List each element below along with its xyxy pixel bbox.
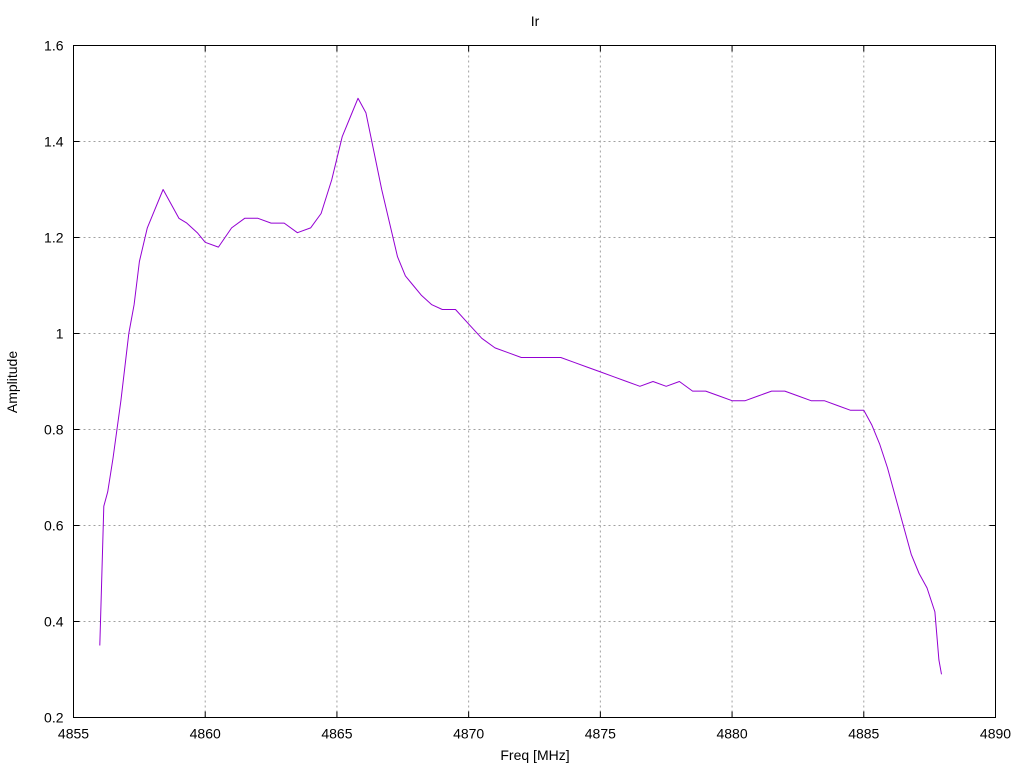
- x-tick-label: 4875: [585, 726, 616, 742]
- axis-ticks: 4855 4860 4865 4870 4875 4880 4885 4890 0.2 0.4 0.…: [44, 38, 1011, 742]
- x-tick-label: 4860: [190, 726, 221, 742]
- series-line: [99, 97, 942, 675]
- y-tick-label: 1.2: [44, 230, 64, 246]
- x-tick-label: 4870: [453, 726, 484, 742]
- x-tick-label: 4880: [716, 726, 747, 742]
- line-chart: Ir 4855 4860 4865 4870 4875 4880 4885 4890 0.2 0.…: [4, 13, 1011, 763]
- y-tick-label: 1.6: [44, 38, 64, 54]
- y-tick-label: 0.2: [44, 710, 64, 726]
- plot-frame: [73, 45, 996, 718]
- y-axis-label: Amplitude: [4, 351, 20, 413]
- x-axis-label: Freq [MHz]: [500, 747, 569, 763]
- series-layer: [99, 97, 942, 675]
- grid-lines: [73, 45, 996, 718]
- y-tick-label: 1.4: [44, 134, 64, 150]
- x-tick-label: 4890: [980, 726, 1011, 742]
- x-tick-label: 4885: [848, 726, 879, 742]
- x-tick-label: 4865: [321, 726, 352, 742]
- chart-title: Ir: [531, 13, 540, 29]
- y-tick-label: 0.8: [44, 422, 64, 438]
- y-tick-label: 1: [56, 326, 64, 342]
- y-tick-label: 0.6: [44, 518, 64, 534]
- x-tick-label: 4855: [58, 726, 89, 742]
- y-tick-label: 0.4: [44, 614, 64, 630]
